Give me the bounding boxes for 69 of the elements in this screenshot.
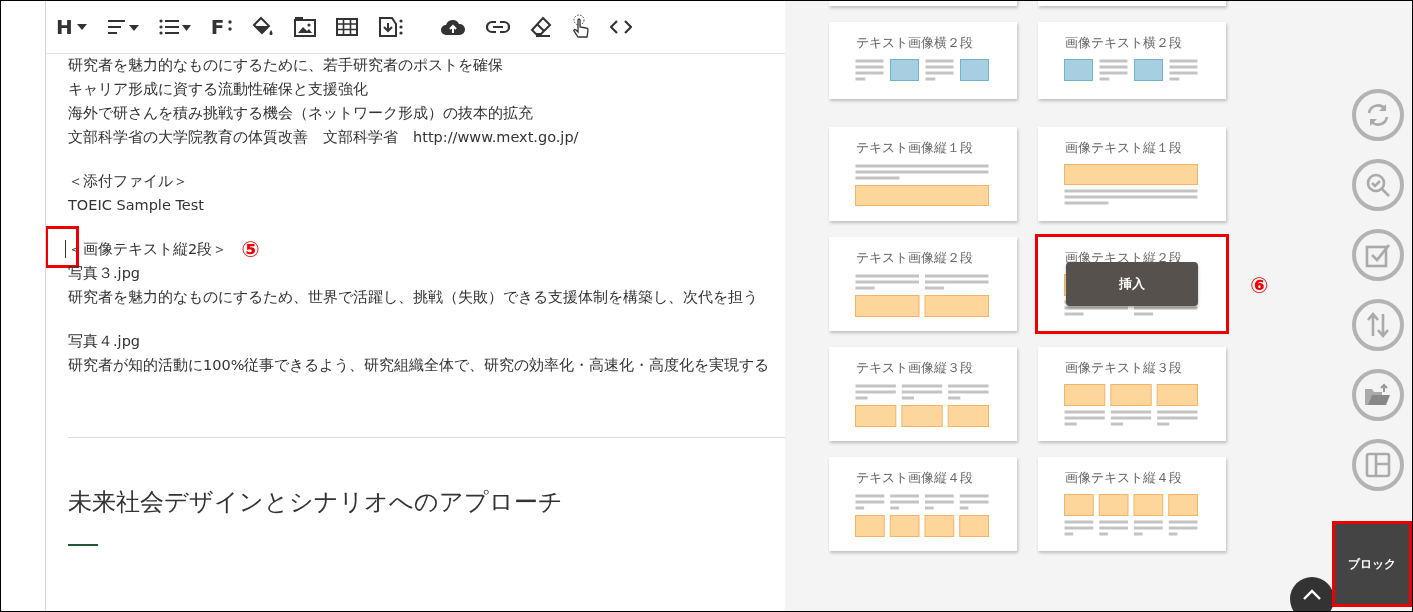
layout-icon bbox=[1365, 452, 1391, 478]
eraser-icon bbox=[530, 16, 553, 38]
text-line: キャリア形成に資する流動性確保と支援強化 bbox=[68, 79, 368, 99]
template-title: 画像テキスト縦３段 bbox=[1065, 360, 1183, 377]
align-icon bbox=[106, 17, 139, 37]
import-button[interactable] bbox=[378, 16, 405, 38]
template-card[interactable]: テキスト画像縦２段 bbox=[829, 237, 1017, 331]
cloud-upload-icon bbox=[440, 18, 467, 36]
template-card[interactable]: テキスト画像縦１段 bbox=[829, 127, 1017, 221]
template-title: 画像テキスト横２段 bbox=[1065, 35, 1183, 52]
search-icon bbox=[1365, 172, 1391, 198]
text-line: ＜添付ファイル＞ bbox=[68, 171, 188, 191]
touch-button[interactable] bbox=[572, 14, 591, 40]
font-button[interactable]: F bbox=[210, 15, 233, 39]
template-title: テキスト画像縦１段 bbox=[856, 140, 974, 157]
template-title: 画像テキスト縦１段 bbox=[1065, 140, 1183, 157]
template-card[interactable]: 画像テキスト縦３段 bbox=[1038, 347, 1226, 441]
check-button[interactable] bbox=[1352, 229, 1404, 281]
template-card[interactable]: 画像テキスト横２段 bbox=[1038, 22, 1226, 99]
refresh-icon bbox=[1365, 102, 1391, 128]
table-icon bbox=[336, 18, 359, 36]
section-heading: 未来社会デザインとシナリオへのアプローチ bbox=[68, 487, 564, 518]
template-title: テキスト画像縦３段 bbox=[856, 360, 974, 377]
template-card[interactable]: テキスト画像横２段 bbox=[829, 22, 1017, 99]
image-icon bbox=[294, 17, 317, 37]
link-icon bbox=[486, 20, 511, 34]
upload-button[interactable] bbox=[440, 18, 467, 36]
text-line: 写真３.jpg bbox=[68, 263, 141, 283]
hand-pointer-icon bbox=[572, 14, 591, 40]
template-title: 画像テキスト縦４段 bbox=[1065, 470, 1183, 487]
caret-icon bbox=[76, 24, 87, 30]
eraser-button[interactable] bbox=[530, 16, 553, 38]
fill-color-button[interactable] bbox=[252, 16, 275, 38]
paint-bucket-icon bbox=[252, 16, 275, 38]
template-title: テキスト画像横２段 bbox=[856, 35, 974, 52]
scroll-top-button[interactable] bbox=[1290, 577, 1334, 611]
text-line: TOEIC Sample Test bbox=[68, 197, 204, 213]
text-line: 研究者が知的活動に100%従事できるよう、研究組織全体で、研究の効率化・高速化・高度化を実現する bbox=[68, 355, 770, 375]
list-button[interactable] bbox=[158, 17, 191, 37]
text-line: 写真４.jpg bbox=[68, 331, 141, 351]
text-line: 文部科学省の大学院教育の体質改善 文部科学省 http://www.mext.go.jp/ bbox=[68, 127, 579, 147]
heading-button[interactable]: H bbox=[56, 15, 87, 39]
table-button[interactable] bbox=[336, 18, 359, 36]
image-button[interactable] bbox=[294, 17, 317, 37]
heading-underline bbox=[68, 544, 98, 546]
folder-upload-icon bbox=[1364, 383, 1392, 407]
template-card[interactable]: 画像テキスト縦４段 bbox=[1038, 457, 1226, 551]
code-icon bbox=[610, 20, 633, 34]
template-card[interactable]: テキスト画像縦３段 bbox=[829, 347, 1017, 441]
callout-number: ⑤ bbox=[241, 236, 260, 262]
block-button[interactable]: ブロック bbox=[1332, 521, 1412, 607]
export-button[interactable] bbox=[1352, 369, 1404, 421]
align-button[interactable] bbox=[106, 17, 139, 37]
template-card[interactable]: テキスト画像縦４段 bbox=[829, 457, 1017, 551]
text-line: 研究者を魅力的なものにするために、若手研究者のポストを確保 bbox=[68, 55, 503, 75]
sort-arrows-icon bbox=[1367, 312, 1389, 338]
list-icon bbox=[158, 17, 191, 37]
import-icon bbox=[378, 16, 405, 38]
code-button[interactable] bbox=[610, 20, 633, 34]
checkbox-icon bbox=[1365, 242, 1391, 268]
text-line: 海外で研さんを積み挑戦する機会（ネットワーク形成）の抜本的拡充 bbox=[68, 103, 533, 123]
template-title: テキスト画像縦２段 bbox=[856, 250, 974, 267]
insert-button[interactable]: 挿入 bbox=[1066, 262, 1198, 306]
template-card[interactable]: 画像テキスト縦１段 bbox=[1038, 127, 1226, 221]
chevron-up-icon bbox=[1302, 589, 1322, 601]
link-button[interactable] bbox=[486, 20, 511, 34]
template-title: テキスト画像縦４段 bbox=[856, 470, 974, 487]
text-line: 研究者を魅力的なものにするため、世界で活躍し、挑戦（失敗）できる支援体制を構築し、次代を担う bbox=[68, 287, 758, 307]
callout-number: ⑥ bbox=[1250, 273, 1269, 298]
